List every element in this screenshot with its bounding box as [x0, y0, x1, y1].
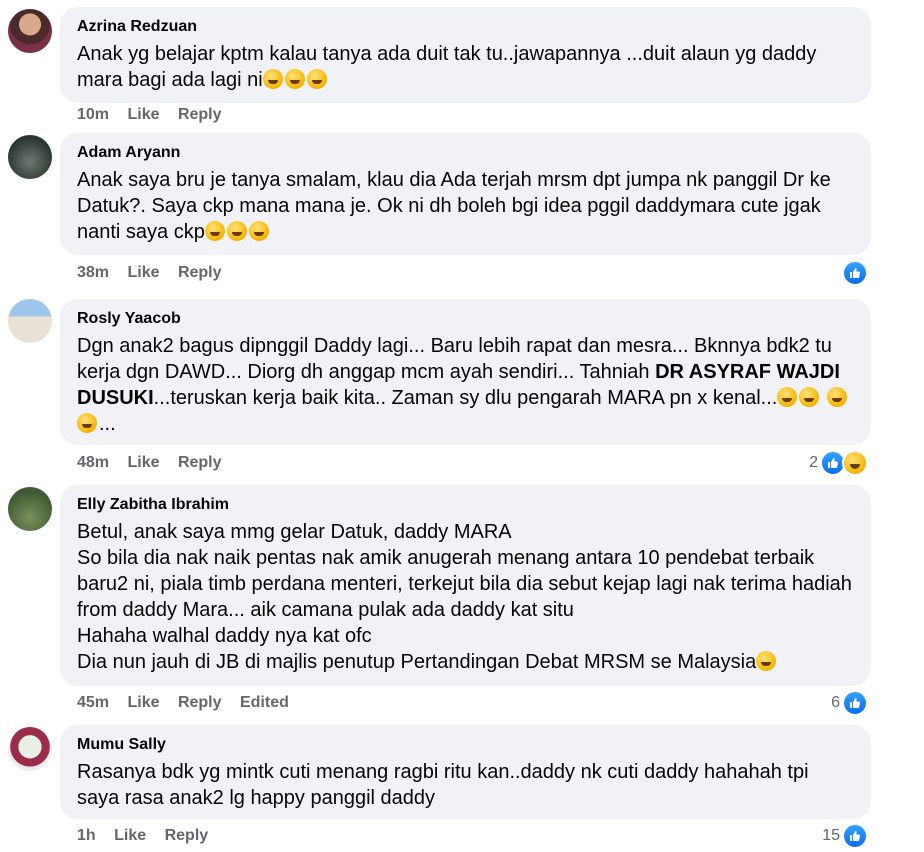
emoji-icon [826, 387, 847, 407]
comment-author[interactable]: Mumu Sally [77, 735, 855, 755]
reply-button[interactable]: Reply [178, 454, 222, 471]
avatar[interactable] [8, 135, 52, 179]
comment-author[interactable]: Rosly Yaacob [77, 309, 855, 329]
comment-author[interactable]: Adam Aryann [77, 143, 855, 163]
reply-button[interactable]: Reply [165, 827, 209, 844]
emoji-icon [284, 69, 305, 89]
reaction-summary[interactable]: 2 [809, 450, 868, 476]
comment-bubble: Adam Aryann Anak saya bru je tanya smala… [60, 133, 871, 255]
like-button[interactable]: Like [114, 827, 146, 844]
comment-time[interactable]: 1h [77, 827, 96, 844]
avatar[interactable] [8, 299, 52, 343]
comment-time[interactable]: 38m [77, 264, 109, 281]
avatar[interactable] [8, 9, 52, 53]
reply-button[interactable]: Reply [178, 694, 222, 711]
emoji-icon [77, 413, 97, 433]
comment-text: Rasanya bdk yg mintk cuti menang ragbi r… [77, 761, 809, 809]
like-reaction-icon [842, 823, 868, 849]
like-button[interactable]: Like [127, 454, 159, 471]
reply-button[interactable]: Reply [178, 106, 222, 123]
emoji-icon [262, 69, 283, 89]
comment-bubble: Azrina Redzuan Anak yg belajar kptm kala… [60, 7, 871, 103]
comment-actions: 10m Like Reply [77, 105, 236, 125]
emoji-icon [306, 69, 327, 89]
avatar[interactable] [8, 487, 52, 531]
edited-label[interactable]: Edited [240, 694, 289, 711]
like-button[interactable]: Like [127, 694, 159, 711]
emoji-icon [756, 651, 777, 671]
emoji-icon [226, 221, 247, 241]
comment-actions: 48m Like Reply [77, 453, 236, 473]
comment-text: Anak saya bru je tanya smalam, klau dia … [77, 169, 831, 243]
emoji-icon [204, 221, 225, 241]
comment-text: Anak yg belajar kptm kalau tanya ada dui… [77, 43, 817, 91]
comment-time[interactable]: 48m [77, 454, 109, 471]
emoji-icon [248, 221, 269, 241]
like-button[interactable]: Like [127, 106, 159, 123]
comment-bubble: Elly Zabitha Ibrahim Betul, anak saya mm… [60, 485, 871, 686]
comment-author[interactable]: Elly Zabitha Ibrahim [77, 495, 855, 515]
avatar[interactable] [8, 727, 52, 771]
reply-button[interactable]: Reply [178, 264, 222, 281]
comment-actions: 45m Like Reply Edited [77, 693, 303, 713]
emoji-icon [799, 387, 820, 407]
like-button[interactable]: Like [127, 264, 159, 281]
comment-line: So bila dia nak naik pentas nak amik anu… [77, 547, 852, 621]
emoji-icon [777, 387, 798, 407]
haha-reaction-icon [842, 450, 868, 476]
comment-bubble: Mumu Sally Rasanya bdk yg mintk cuti men… [60, 725, 871, 819]
reaction-count: 2 [809, 454, 818, 471]
comment-time[interactable]: 45m [77, 694, 109, 711]
reaction-summary[interactable]: 15 [822, 823, 868, 849]
comment-time[interactable]: 10m [77, 106, 109, 123]
comment-text: Dgn anak2 bagus dipnggil Daddy lagi... B… [77, 333, 855, 437]
like-reaction-icon [842, 690, 868, 716]
comment-bubble: Rosly Yaacob Dgn anak2 bagus dipnggil Da… [60, 299, 871, 445]
comment-line: Dia nun jauh di JB di majlis penutup Per… [77, 649, 855, 675]
comment-actions: 1h Like Reply [77, 826, 222, 846]
reaction-summary[interactable] [842, 260, 868, 286]
like-reaction-icon [842, 260, 868, 286]
reaction-count: 15 [822, 827, 840, 844]
comment-line: Betul, anak saya mmg gelar Datuk, daddy … [77, 521, 512, 543]
comment-author[interactable]: Azrina Redzuan [77, 17, 855, 37]
comment-actions: 38m Like Reply [77, 263, 236, 283]
comment-line: Hahaha walhal daddy nya kat ofc [77, 625, 372, 647]
reaction-summary[interactable]: 6 [831, 690, 868, 716]
reaction-count: 6 [831, 694, 840, 711]
